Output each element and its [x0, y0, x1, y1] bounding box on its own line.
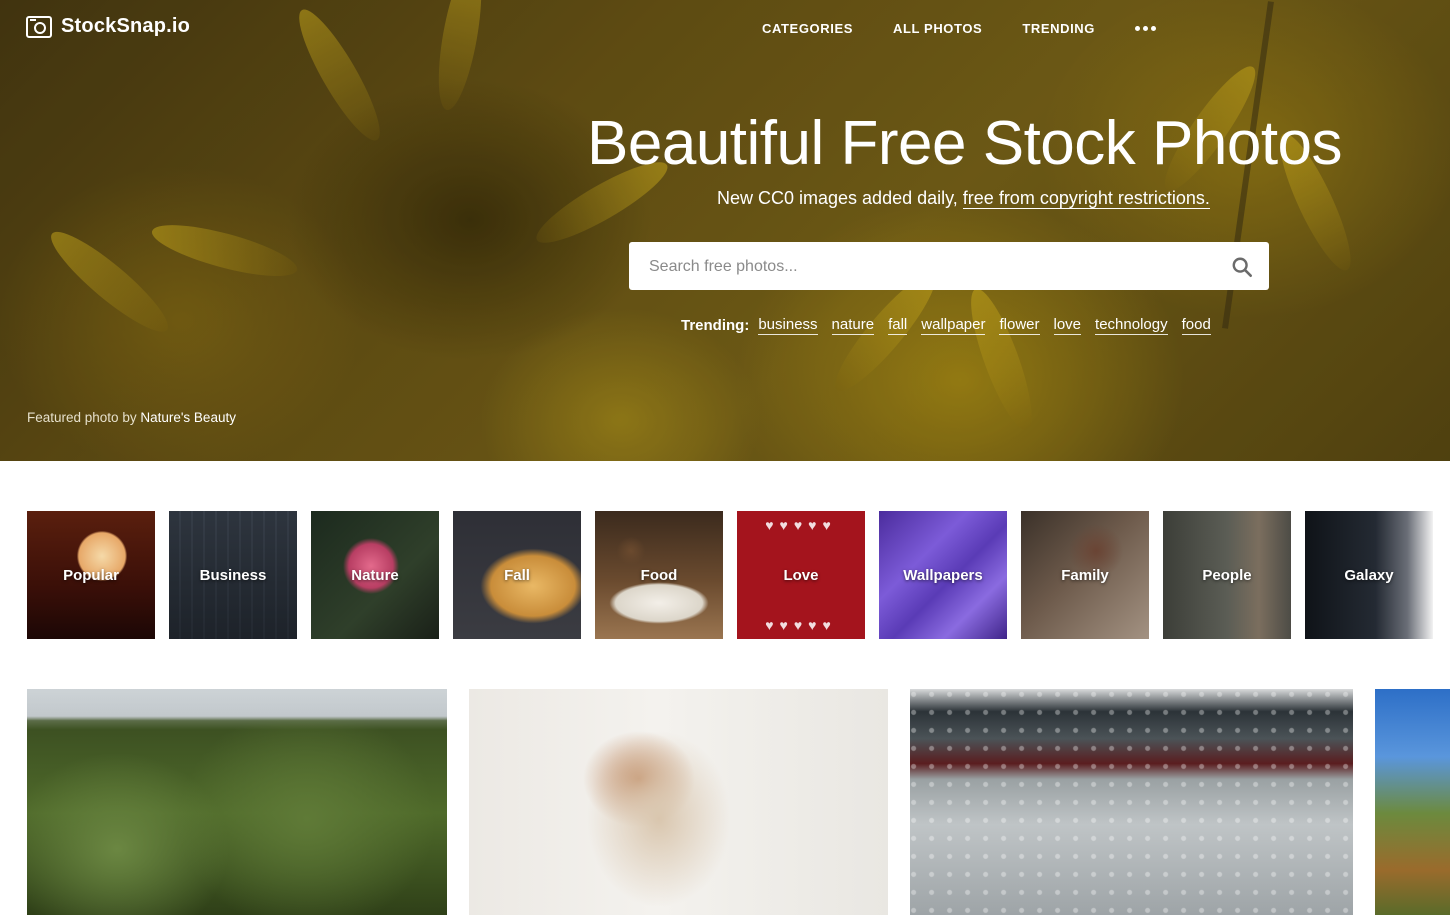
category-label: Love: [783, 566, 819, 584]
category-nature[interactable]: Nature: [311, 511, 439, 639]
top-nav: CATEGORIES ALL PHOTOS TRENDING: [762, 21, 1196, 36]
more-menu-icon[interactable]: [1135, 26, 1157, 31]
photo-raindrops[interactable]: [910, 689, 1353, 915]
credit-author-link[interactable]: Nature's Beauty: [140, 410, 236, 425]
category-label: Wallpapers: [903, 566, 983, 584]
category-people[interactable]: People: [1163, 511, 1291, 639]
category-label: Galaxy: [1344, 566, 1394, 584]
hero-subtitle-text: New CC0 images added daily,: [717, 188, 963, 208]
category-label: Family: [1061, 566, 1109, 584]
trending-tag-nature[interactable]: nature: [831, 316, 875, 335]
trending-label: Trending:: [681, 317, 750, 334]
trending-tag-love[interactable]: love: [1053, 316, 1082, 335]
nav-all-photos[interactable]: ALL PHOTOS: [893, 21, 982, 36]
trending-tag-business[interactable]: business: [758, 316, 818, 335]
category-business[interactable]: Business: [169, 511, 297, 639]
search-icon[interactable]: [1231, 256, 1253, 278]
logo-text: StockSnap.io: [61, 15, 191, 37]
category-fall[interactable]: Fall: [453, 511, 581, 639]
page-title: Beautiful Free Stock Photos: [587, 109, 1343, 178]
category-wallpapers[interactable]: Wallpapers: [879, 511, 1007, 639]
category-label: Fall: [504, 566, 530, 584]
nav-trending[interactable]: TRENDING: [1022, 21, 1095, 36]
category-label: Nature: [351, 566, 399, 584]
hearts-decoration: ♥♥♥♥♥: [765, 617, 837, 633]
copyright-link[interactable]: free from copyright restrictions.: [962, 188, 1210, 209]
category-strip: Popular Business Nature Fall Food ♥♥♥♥♥ …: [27, 511, 1433, 639]
trending-tag-fall[interactable]: fall: [888, 316, 908, 335]
category-label: Food: [640, 566, 678, 584]
hero-banner: StockSnap.io CATEGORIES ALL PHOTOS TREND…: [0, 0, 1450, 461]
search-bar: [629, 242, 1269, 292]
trending-tag-flower[interactable]: flower: [999, 316, 1040, 335]
trending-tag-wallpaper[interactable]: wallpaper: [921, 316, 986, 335]
category-label: Business: [199, 566, 267, 584]
trending-tags: Trending: business nature fall wallpaper…: [681, 316, 1225, 335]
hero-overlay: [0, 0, 1450, 461]
photo-landscape[interactable]: [1375, 689, 1450, 915]
category-food[interactable]: Food: [595, 511, 723, 639]
category-family[interactable]: Family: [1021, 511, 1149, 639]
search-input[interactable]: [647, 242, 1221, 292]
trending-tag-food[interactable]: food: [1181, 316, 1211, 335]
category-galaxy[interactable]: Galaxy: [1305, 511, 1433, 639]
trending-tag-technology[interactable]: technology: [1095, 316, 1168, 335]
hearts-decoration: ♥♥♥♥♥: [765, 517, 837, 533]
category-label: People: [1202, 566, 1252, 584]
credit-prefix: Featured photo by: [27, 410, 141, 425]
photo-credit: Featured photo by Nature's Beauty: [27, 410, 236, 425]
nav-categories[interactable]: CATEGORIES: [762, 21, 853, 36]
category-popular[interactable]: Popular: [27, 511, 155, 639]
logo[interactable]: StockSnap.io: [26, 15, 190, 38]
photo-couple[interactable]: [469, 689, 888, 915]
hero-subtitle: New CC0 images added daily, free from co…: [717, 188, 1210, 209]
category-label: Popular: [63, 566, 119, 584]
photo-mountains[interactable]: [27, 689, 447, 915]
category-love[interactable]: ♥♥♥♥♥ ♥♥♥♥♥ Love: [737, 511, 865, 639]
camera-icon: [26, 15, 52, 38]
